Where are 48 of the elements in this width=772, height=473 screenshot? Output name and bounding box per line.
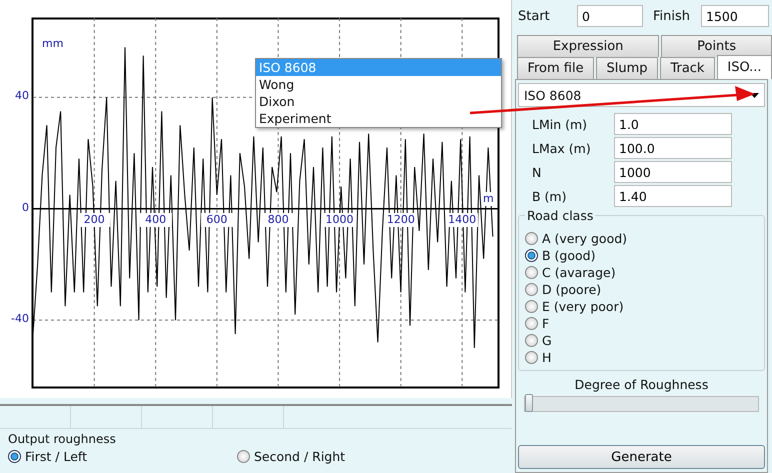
radio-option[interactable]: G [525, 332, 758, 349]
dropdown-option[interactable]: Dixon [256, 93, 501, 110]
axis-label: 600 [200, 212, 233, 227]
group-title: Output roughness [8, 432, 117, 446]
dropdown-option[interactable]: Wong [256, 76, 501, 93]
radio-option[interactable]: First / Left [8, 448, 87, 465]
group-title: Road class [525, 208, 596, 223]
tab[interactable]: Track [660, 57, 715, 79]
field-label: Start [518, 8, 551, 24]
tab[interactable]: Points [661, 35, 772, 57]
radio-option[interactable]: Second / Right [236, 448, 346, 465]
radio-option[interactable]: B (good) [525, 247, 758, 264]
input-field[interactable]: 1000 [614, 161, 732, 183]
radio-option[interactable]: D (poore) [525, 281, 758, 298]
axis-unit: m [482, 192, 495, 206]
tab[interactable]: Slump [596, 57, 658, 79]
axis-label: 40 [14, 89, 29, 104]
axis-label: 800 [262, 212, 294, 227]
axis-label: -40 [10, 312, 29, 326]
axis-label: 0 [21, 200, 29, 215]
finish-field[interactable]: 1500 [701, 5, 769, 27]
radio-option[interactable]: E (very poor) [525, 298, 758, 315]
input-field[interactable]: 100.0 [614, 137, 732, 159]
field-label: N [532, 164, 542, 180]
slider-label: Degree of Roughness [574, 377, 708, 392]
field-label: LMin (m) [532, 116, 588, 132]
tab[interactable]: Expression [517, 35, 660, 57]
axis-unit: mm [42, 37, 64, 51]
field-label: Finish [653, 8, 692, 24]
tab[interactable]: ISO... [716, 55, 772, 79]
input-field[interactable]: 1.0 [614, 113, 732, 135]
radio-option[interactable]: C (avarage) [525, 264, 758, 281]
axis-label: 1000 [324, 212, 356, 227]
method-dropdown[interactable]: ISO 8608 [518, 83, 765, 107]
generate-button[interactable]: Generate [518, 445, 765, 469]
axis-label: 400 [140, 212, 172, 227]
field-label: LMax (m) [532, 140, 592, 156]
start-field[interactable]: 0 [577, 5, 643, 27]
radio-option[interactable]: A (very good) [525, 230, 758, 247]
radio-option[interactable]: H [525, 349, 758, 366]
field-label: B (m) [532, 188, 568, 204]
roughness-slider[interactable] [524, 396, 759, 412]
axis-label: 200 [78, 212, 110, 227]
dropdown-option[interactable]: Experiment [256, 110, 501, 127]
axis-label: 1400 [446, 212, 478, 227]
radio-option[interactable]: F [525, 315, 758, 332]
tab[interactable]: From file [517, 57, 594, 79]
input-field[interactable]: 1.40 [614, 185, 732, 207]
